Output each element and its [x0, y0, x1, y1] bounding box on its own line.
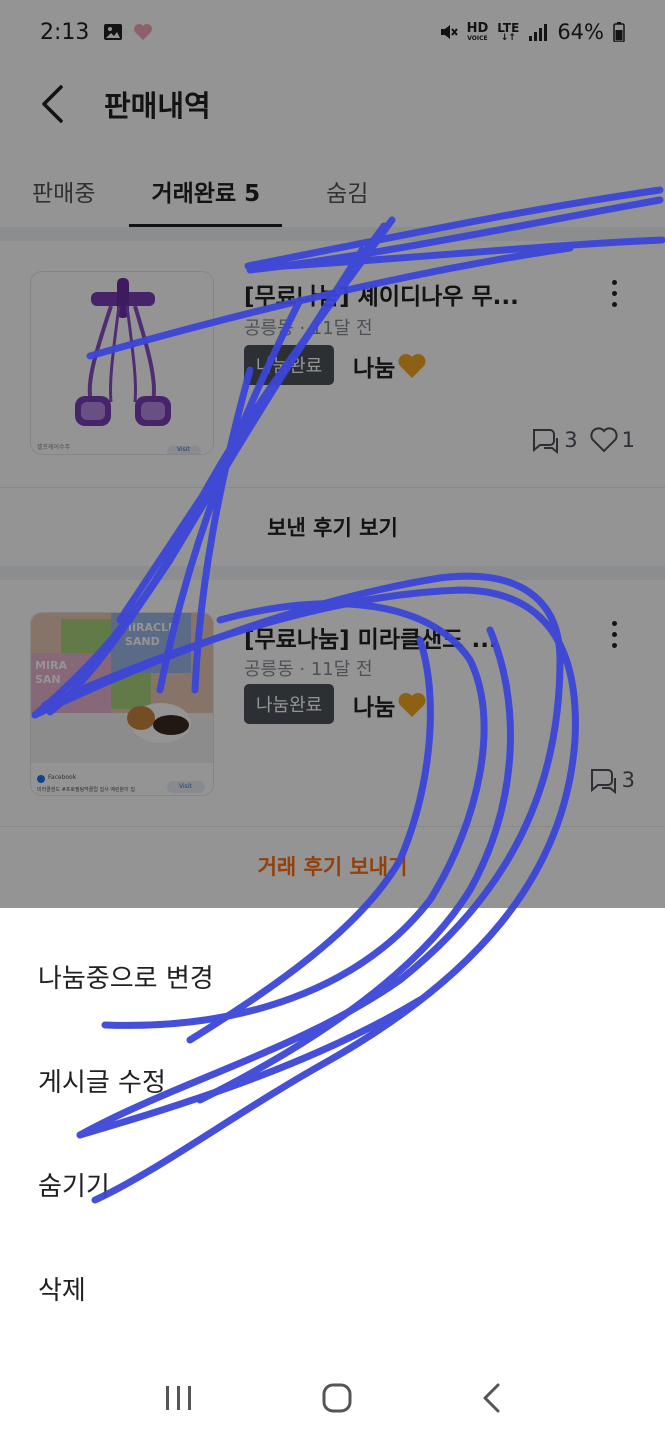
- delete-option[interactable]: 삭제: [0, 1236, 665, 1340]
- nav-back-icon[interactable]: [480, 1382, 502, 1414]
- system-nav-bar: [0, 1356, 665, 1440]
- modal-backdrop[interactable]: [0, 0, 665, 908]
- edit-post-option[interactable]: 게시글 수정: [0, 1028, 665, 1132]
- recent-apps-icon[interactable]: [164, 1384, 194, 1412]
- change-to-sharing-option[interactable]: 나눔중으로 변경: [0, 924, 665, 1028]
- home-icon[interactable]: [321, 1382, 353, 1414]
- sales-history-page: 2:13 HD VOICE LTE ↓↑ 64% 판매내역 판매중 거래완료 5…: [0, 0, 665, 1440]
- hide-option[interactable]: 숨기기: [0, 1132, 665, 1236]
